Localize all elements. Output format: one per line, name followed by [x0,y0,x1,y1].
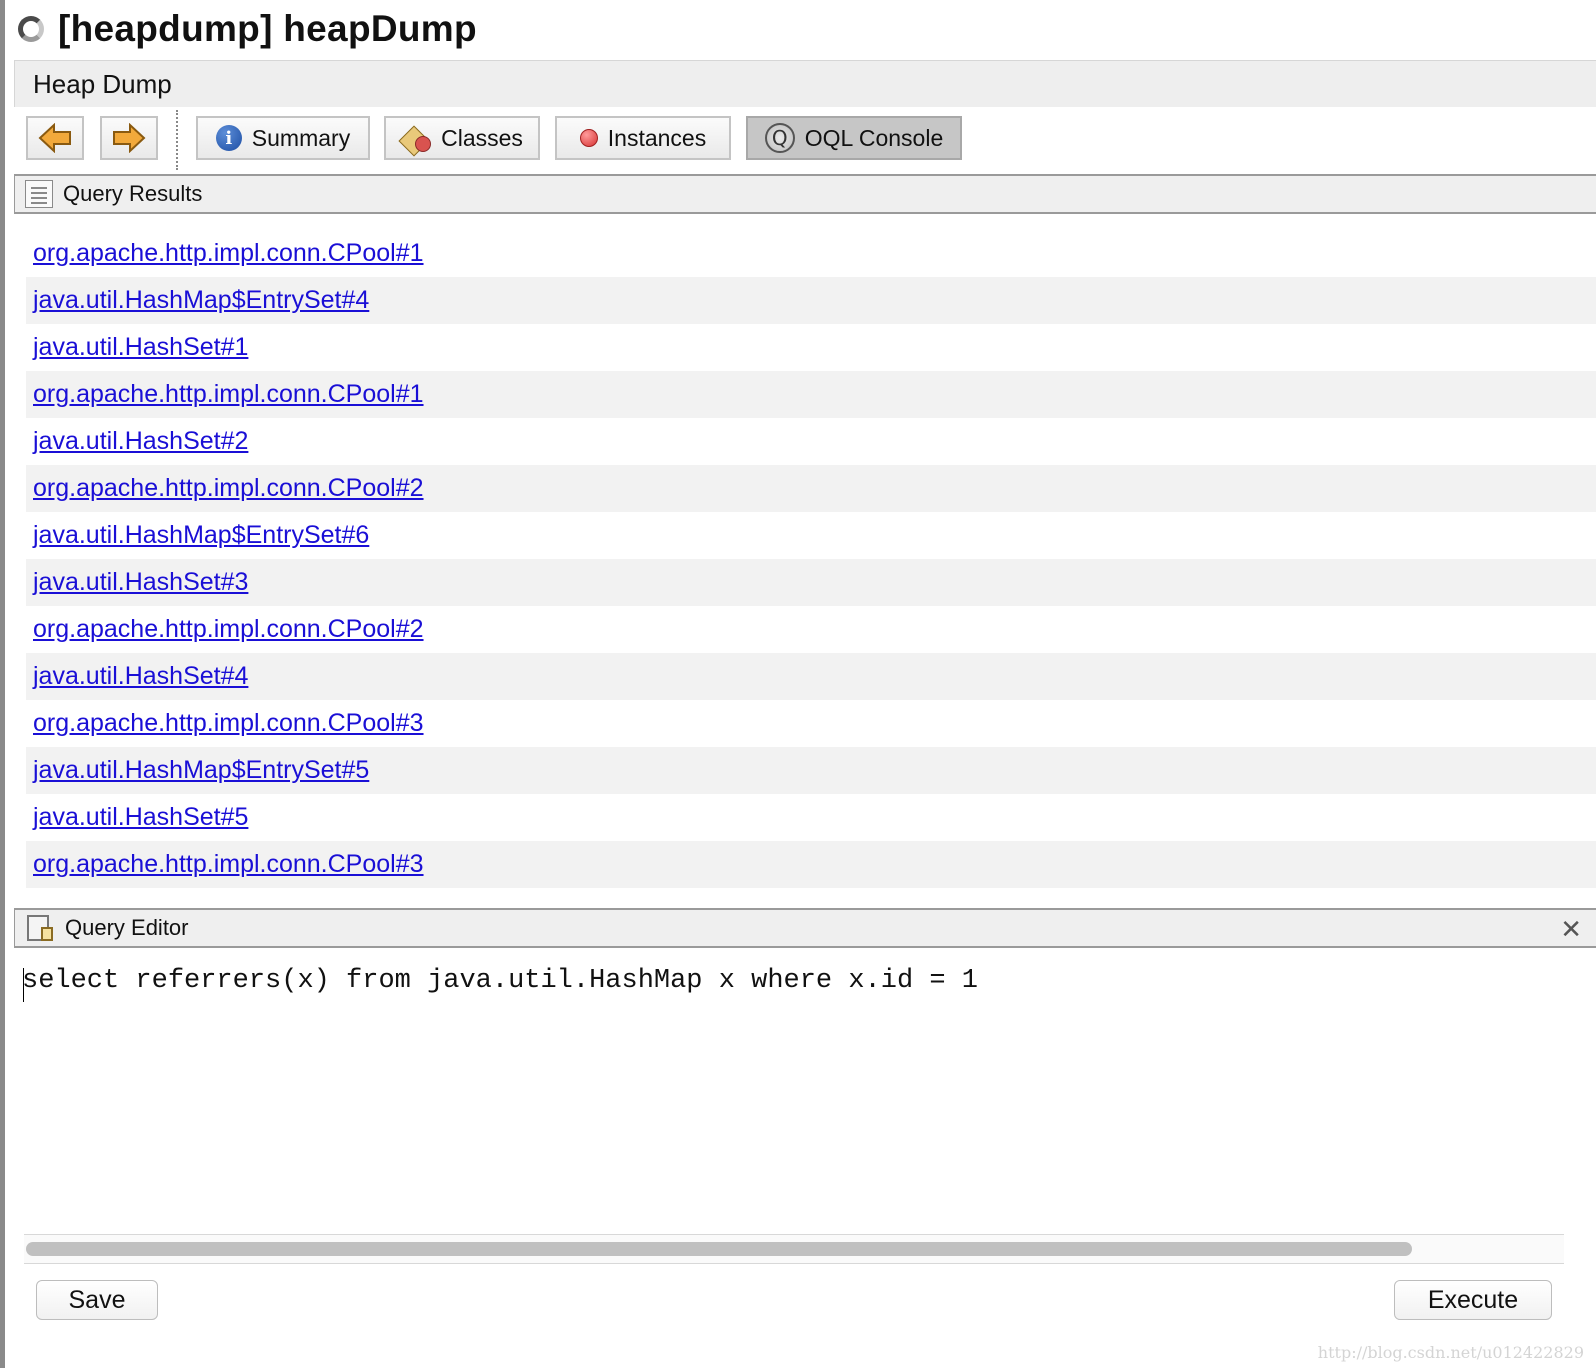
result-link[interactable]: java.util.HashMap$EntrySet#6 [33,521,369,550]
oql-console-button[interactable]: Q OQL Console [746,116,962,160]
results-list-icon [25,180,53,208]
query-editor-title: Query Editor [65,915,189,940]
instances-button[interactable]: Instances [555,116,731,160]
window-title: [heapdump] heapDump [58,8,477,49]
result-link[interactable]: java.util.HashMap$EntrySet#5 [33,756,369,785]
query-editor-icon [25,913,55,943]
text-caret [23,968,24,1002]
oql-icon: Q [764,123,795,153]
result-link[interactable]: java.util.HashSet#2 [33,427,248,456]
instances-label: Instances [607,124,707,151]
forward-button[interactable] [100,116,158,160]
result-link[interactable]: java.util.HashSet#5 [33,803,248,832]
save-button[interactable]: Save [36,1280,158,1320]
result-link[interactable]: org.apache.http.impl.conn.CPool#2 [33,474,424,503]
list-item: org.apache.http.impl.conn.CPool#2 [26,606,1596,653]
result-link[interactable]: org.apache.http.impl.conn.CPool#3 [33,850,424,879]
list-item: java.util.HashMap$EntrySet#5 [26,747,1596,794]
list-item: java.util.HashMap$EntrySet#4 [26,277,1596,324]
result-link[interactable]: org.apache.http.impl.conn.CPool#3 [33,709,424,738]
toolbar: i Summary Classes Instances Q OQL Consol… [14,108,1596,172]
arrow-right-icon [113,123,146,153]
list-item: org.apache.http.impl.conn.CPool#3 [26,700,1596,747]
scrollbar-thumb[interactable] [26,1242,1412,1256]
query-results-list: org.apache.http.impl.conn.CPool#1 java.u… [26,230,1596,888]
list-item: java.util.HashSet#1 [26,324,1596,371]
heap-dump-tab-strip: Heap Dump [14,60,1596,107]
loading-spinner-icon [18,16,44,42]
list-item: org.apache.http.impl.conn.CPool#1 [26,371,1596,418]
list-item: java.util.HashSet#2 [26,418,1596,465]
result-link[interactable]: java.util.HashSet#1 [33,333,248,362]
oql-console-label: OQL Console [804,124,944,151]
result-link[interactable]: org.apache.http.impl.conn.CPool#1 [33,239,424,268]
execute-button[interactable]: Execute [1394,1280,1552,1320]
arrow-left-icon [38,123,71,153]
list-item: java.util.HashSet#5 [26,794,1596,841]
result-link[interactable]: org.apache.http.impl.conn.CPool#1 [33,380,424,409]
toolbar-separator [176,110,178,170]
summary-label: Summary [251,124,351,151]
back-button[interactable] [26,116,84,160]
left-border [0,0,5,1368]
list-item: java.util.HashSet#3 [26,559,1596,606]
classes-label: Classes [441,124,523,151]
query-results-header: Query Results [14,174,1596,214]
list-item: java.util.HashMap$EntrySet#6 [26,512,1596,559]
classes-button[interactable]: Classes [384,116,540,160]
result-link[interactable]: org.apache.http.impl.conn.CPool#2 [33,615,424,644]
tab-heap-dump[interactable]: Heap Dump [33,69,172,100]
result-link[interactable]: java.util.HashSet#4 [33,662,248,691]
close-icon[interactable]: ✕ [1560,914,1582,945]
classes-icon [398,124,432,157]
watermark: http://blog.csdn.net/u012422829 [1317,1343,1584,1362]
query-editor-textarea[interactable]: select referrers(x) from java.util.HashM… [22,966,1582,1226]
summary-button[interactable]: i Summary [196,116,370,160]
query-editor-header: Query Editor ✕ [14,908,1596,948]
list-item: org.apache.http.impl.conn.CPool#3 [26,841,1596,888]
info-icon: i [215,125,242,151]
result-link[interactable]: java.util.HashSet#3 [33,568,248,597]
query-text: select referrers(x) from java.util.HashM… [22,966,978,996]
list-item: org.apache.http.impl.conn.CPool#1 [26,230,1596,277]
list-item: java.util.HashSet#4 [26,653,1596,700]
query-results-title: Query Results [63,181,203,206]
instance-icon [579,129,598,147]
result-link[interactable]: java.util.HashMap$EntrySet#4 [33,286,369,315]
list-item: org.apache.http.impl.conn.CPool#2 [26,465,1596,512]
horizontal-scrollbar[interactable] [24,1234,1564,1264]
window-title-bar: [heapdump] heapDump [18,4,477,54]
